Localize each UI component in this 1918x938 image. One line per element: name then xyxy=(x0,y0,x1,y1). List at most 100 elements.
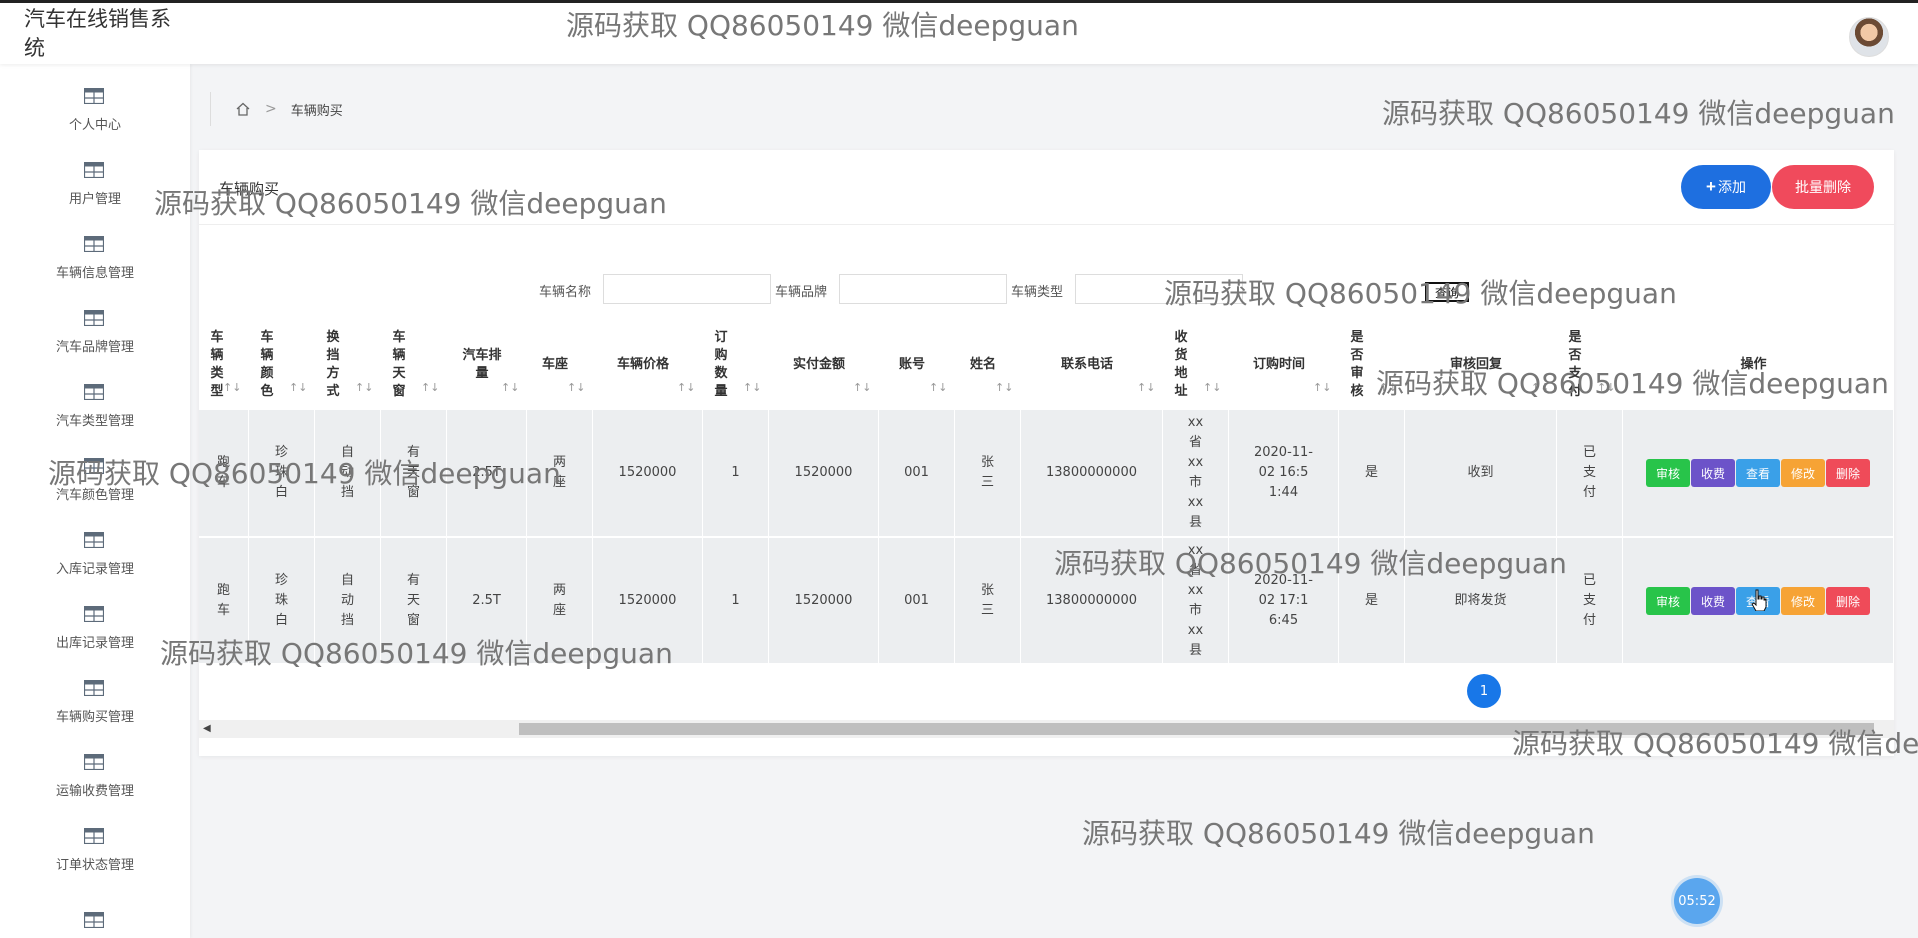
scroll-left-icon[interactable]: ◀ xyxy=(203,723,211,734)
column-header[interactable]: 是否支付 ↑↓ xyxy=(1557,320,1623,410)
column-header-label: 姓名 xyxy=(969,357,996,372)
audit-button[interactable]: 审核 xyxy=(1646,459,1690,487)
table-cell: 13800000000 xyxy=(1021,410,1163,536)
column-header[interactable]: 车辆颜色 ↑↓ xyxy=(249,320,315,410)
sidebar-item[interactable]: 汽车颜色管理 xyxy=(0,444,190,518)
table-cell-value: xx省xx市xx县 xyxy=(1187,543,1204,658)
sidebar-item[interactable]: 用户管理 xyxy=(0,148,190,222)
table-icon xyxy=(83,457,105,475)
sort-icon[interactable]: ↑↓ xyxy=(223,381,241,394)
column-header[interactable]: 汽车排量 ↑↓ xyxy=(447,320,527,410)
sidebar-item[interactable]: 入库记录管理 xyxy=(0,518,190,592)
column-header[interactable]: 订购时间 ↑↓ xyxy=(1229,320,1339,410)
table-cell-value: 珍珠白 xyxy=(274,573,288,628)
edit-button[interactable]: 修改 xyxy=(1781,459,1825,487)
table-cell-value: 跑车 xyxy=(216,455,230,490)
column-header[interactable]: 操作 xyxy=(1623,320,1894,410)
table-icon xyxy=(83,383,105,401)
query-button[interactable]: 查询 xyxy=(1425,282,1469,302)
sidebar-item[interactable]: 个人中心 xyxy=(0,74,190,148)
horizontal-scrollbar[interactable]: ◀ xyxy=(199,720,1894,738)
column-header[interactable]: 收货地址 ↑↓ xyxy=(1163,320,1229,410)
table-cell: 1 xyxy=(703,538,769,663)
sort-icon[interactable]: ↑↓ xyxy=(1137,381,1155,394)
sidebar-item-label: 用户管理 xyxy=(68,192,121,207)
scrollbar-thumb[interactable] xyxy=(519,723,1874,735)
table-cell: 1520000 xyxy=(769,538,879,663)
column-header[interactable]: 联系电话 ↑↓ xyxy=(1021,320,1163,410)
breadcrumb-current: 车辆购买 xyxy=(290,103,343,119)
sidebar-item[interactable]: 车辆购买管理 xyxy=(0,666,190,740)
batch-delete-button[interactable]: 批量删除 xyxy=(1772,165,1874,209)
add-button[interactable]: + 添加 xyxy=(1681,165,1771,209)
table-icon[interactable] xyxy=(83,911,105,932)
column-header[interactable]: 车辆天窗 ↑↓ xyxy=(381,320,447,410)
sidebar-item[interactable]: 运输收费管理 xyxy=(0,740,190,814)
table-cell-value: 已支付 xyxy=(1582,573,1596,628)
charge-button[interactable]: 收费 xyxy=(1691,459,1735,487)
sidebar-item[interactable]: 汽车品牌管理 xyxy=(0,296,190,370)
sort-icon[interactable]: ↑↓ xyxy=(1313,381,1331,394)
sort-icon[interactable]: ↑↓ xyxy=(501,381,519,394)
table-cell-value: 1 xyxy=(731,465,740,480)
page-1-button[interactable]: 1 xyxy=(1467,674,1501,708)
table-cell-value: 2.5T xyxy=(472,465,501,480)
sidebar-item-label: 运输收费管理 xyxy=(55,784,134,799)
table-cell: 自动挡 xyxy=(315,410,381,536)
view-button[interactable]: 查看 xyxy=(1736,459,1780,487)
delete-button[interactable]: 删除 xyxy=(1826,587,1870,615)
sort-icon[interactable]: ↑↓ xyxy=(1531,381,1549,394)
column-header[interactable]: 实付金额 ↑↓ xyxy=(769,320,879,410)
table-cell: 两座 xyxy=(527,410,593,536)
sidebar-item[interactable]: 订单状态管理 xyxy=(0,814,190,888)
table-cell-value: 张三 xyxy=(980,583,994,618)
sort-icon[interactable]: ↑↓ xyxy=(1379,381,1397,394)
breadcrumb: > 车辆购买 xyxy=(210,92,343,126)
sort-icon[interactable]: ↑↓ xyxy=(677,381,695,394)
sidebar-item[interactable]: 出库记录管理 xyxy=(0,592,190,666)
column-header[interactable]: 车辆类型 ↑↓ xyxy=(199,320,249,410)
column-header[interactable]: 车辆价格 ↑↓ xyxy=(593,320,703,410)
timer-badge: 05:52 xyxy=(1674,878,1720,924)
column-header[interactable]: 是否审核 ↑↓ xyxy=(1339,320,1405,410)
table-cell: xx省xx市xx县 xyxy=(1163,410,1229,536)
table-cell: 2.5T xyxy=(447,410,527,536)
table-cell: xx省xx市xx县 xyxy=(1163,538,1229,663)
user-avatar[interactable] xyxy=(1849,17,1889,57)
sidebar-item-label: 入库记录管理 xyxy=(55,562,134,577)
table-row: 跑车 珍珠白 自动挡 有天窗 2.5T 两座 1520000 1 1520000 001 张三 138… xyxy=(199,410,1894,536)
sort-icon[interactable]: ↑↓ xyxy=(1203,381,1221,394)
column-header[interactable]: 车座 ↑↓ xyxy=(527,320,593,410)
sort-icon[interactable]: ↑↓ xyxy=(929,381,947,394)
column-header[interactable]: 审核回复 ↑↓ xyxy=(1405,320,1557,410)
sort-icon[interactable]: ↑↓ xyxy=(743,381,761,394)
table-cell-value: 1520000 xyxy=(794,465,853,480)
table-icon xyxy=(83,827,105,845)
sort-icon[interactable]: ↑↓ xyxy=(567,381,585,394)
sidebar-item[interactable]: 车辆信息管理 xyxy=(0,222,190,296)
sort-icon[interactable]: ↑↓ xyxy=(853,381,871,394)
sort-icon[interactable]: ↑↓ xyxy=(1597,381,1615,394)
column-header[interactable]: 换挡方式 ↑↓ xyxy=(315,320,381,410)
sort-icon[interactable]: ↑↓ xyxy=(421,381,439,394)
vehicle-name-input[interactable] xyxy=(603,274,771,304)
column-header[interactable]: 订购数量 ↑↓ xyxy=(703,320,769,410)
vehicle-brand-input[interactable] xyxy=(839,274,1007,304)
sort-icon[interactable]: ↑↓ xyxy=(995,381,1013,394)
audit-button[interactable]: 审核 xyxy=(1646,587,1690,615)
table-cell-value: 两座 xyxy=(552,583,566,618)
charge-button[interactable]: 收费 xyxy=(1691,587,1735,615)
column-header[interactable]: 姓名 ↑↓ xyxy=(955,320,1021,410)
edit-button[interactable]: 修改 xyxy=(1781,587,1825,615)
sort-icon[interactable]: ↑↓ xyxy=(355,381,373,394)
home-icon[interactable] xyxy=(235,101,251,117)
sidebar-item-label: 车辆信息管理 xyxy=(55,266,134,281)
column-header[interactable]: 账号 ↑↓ xyxy=(879,320,955,410)
table-cell: 张三 xyxy=(955,538,1021,663)
vehicle-type-input[interactable] xyxy=(1075,274,1243,304)
sidebar-item[interactable]: 汽车类型管理 xyxy=(0,370,190,444)
table-row: 跑车 珍珠白 自动挡 有天窗 2.5T 两座 1520000 1 1520000 001 张三 138… xyxy=(199,538,1894,663)
delete-button[interactable]: 删除 xyxy=(1826,459,1870,487)
sidebar-item-label: 订单状态管理 xyxy=(55,858,134,873)
sort-icon[interactable]: ↑↓ xyxy=(289,381,307,394)
